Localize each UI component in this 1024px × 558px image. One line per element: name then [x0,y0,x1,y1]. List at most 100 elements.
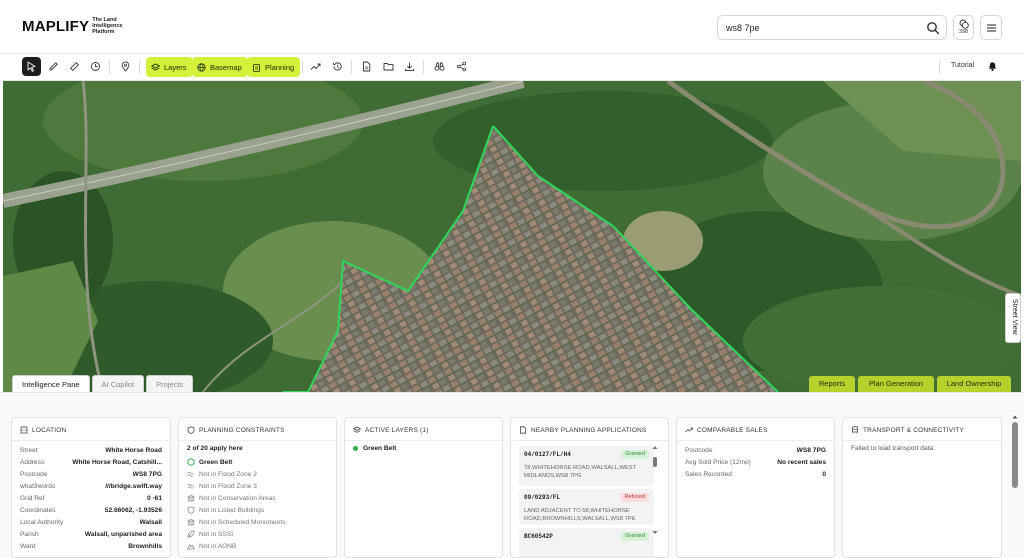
cursor-icon [27,61,36,72]
page-scrollbar[interactable] [1011,413,1019,558]
application-ref: 04/0127/FL/H4 [524,451,571,458]
draw-tool[interactable] [44,57,63,76]
application-item[interactable]: BC60542P Granted [519,528,654,557]
folder-icon [383,63,394,71]
constraint-scheduled-monuments[interactable]: Not in Scheduled Monuments [187,518,286,526]
planning-button[interactable]: Planning [247,57,301,77]
brand-name: MAPLIFY [22,17,90,35]
tab-projects[interactable]: Projects [146,375,194,392]
constraint-sssi[interactable]: Not in SSSI [187,530,233,538]
basemap-button[interactable]: Basemap [192,57,248,77]
landmark-icon [187,518,195,526]
main-menu-button[interactable] [980,15,1002,40]
status-badge: Granted [621,532,649,541]
map-toolbar: Layers Basemap Planning Tutorial [0,54,1024,81]
applications-title: NEARBY PLANNING APPLICATIONS [519,426,647,434]
file-icon [363,61,371,72]
satellite-map[interactable] [3,81,1021,392]
binoculars-tool[interactable] [430,57,449,76]
sales-row: Sales Recorded 0 [685,471,826,478]
history-tool[interactable] [328,57,347,76]
toolbar-divider [302,60,303,74]
status-badge: Refused [620,493,649,502]
layers-icon [353,426,361,433]
wave-icon [187,472,194,477]
download-tool[interactable] [400,57,419,76]
pane-tabs: Intelligence Pane AI Copilot Projects [12,375,194,392]
constraint-flood-zone-2[interactable]: Not in Flood Zone 2 [187,470,257,478]
transport-card: TRANSPORT & CONNECTIVITY Failed to load … [842,417,1002,558]
application-item[interactable]: 04/0127/FL/H4 Granted 78,WHITEHORSE ROAD… [519,446,654,486]
constraint-conservation-areas[interactable]: Not in Conservation Areas [187,494,276,502]
applications-scrollbar[interactable] [652,445,658,535]
tab-intelligence-pane[interactable]: Intelligence Pane [12,375,90,392]
train-icon [852,426,858,434]
constraints-title: PLANNING CONSTRAINTS [187,426,285,434]
toolbar-divider [139,60,140,74]
layers-icon [151,63,160,70]
location-row: Grid Ref 0 -61 [20,495,162,502]
search-box[interactable] [717,15,947,40]
land-ownership-tab[interactable]: Land Ownership [937,376,1011,392]
transport-title: TRANSPORT & CONNECTIVITY [851,426,964,434]
mountain-icon [187,543,195,550]
share-icon [456,61,467,72]
trend-up-icon [310,63,321,70]
trend-tool[interactable] [306,57,325,76]
application-item[interactable]: 09/0293/FL Refused LAND ADJACENT TO 58,W… [519,489,654,525]
pin-tool[interactable] [116,57,135,76]
scrollbar-thumb[interactable] [1012,422,1018,488]
location-row: what3words///bridge.swift.way [20,483,162,490]
open-folder-tool[interactable] [379,57,398,76]
planning-constraints-card: PLANNING CONSTRAINTS 2 of 20 apply here … [178,417,337,558]
street-view-toggle[interactable]: Street View [1005,293,1021,343]
location-row: Postcode WS8 7PG [20,471,162,478]
location-row: Street White Horse Road [20,447,162,454]
status-badge: Granted [621,450,649,459]
tab-ai-copilot[interactable]: AI Copilot [91,375,145,392]
leaf-icon [187,530,195,538]
search-input[interactable] [726,20,916,36]
timeline-tool[interactable] [86,57,105,76]
select-tool[interactable] [22,57,41,76]
sales-row: Avg Sold Price (12mo) No recent sales [685,459,826,466]
clock-icon [91,62,100,71]
bell-icon[interactable] [987,60,998,72]
layers-button[interactable]: Layers [146,57,193,77]
search-icon[interactable] [926,21,940,35]
reports-tab[interactable]: Reports [809,376,855,392]
measure-tool[interactable] [65,57,84,76]
location-row: Parish Walsall, unparished area [20,531,162,538]
app-header: MAPLIFY The Land Intelligence Platform 3… [0,0,1024,54]
tutorial-link[interactable]: Tutorial [951,62,974,69]
planning-applications-card: NEARBY PLANNING APPLICATIONS 04/0127/FL/… [510,417,669,558]
application-ref: BC60542P [524,533,553,540]
application-address: LAND ADJACENT TO 58,WHITEHORSE ROAD,BROW… [524,508,636,522]
card-divider [12,440,170,441]
location-row: Address White Horse Road, Catshill... [20,459,162,466]
plan-generation-tab[interactable]: Plan Generation [858,376,934,392]
constraint-flood-zone-3[interactable]: Not in Flood Zone 3 [187,482,257,490]
layer-item-green-belt[interactable]: Green Belt [353,445,396,452]
application-address: 78,WHITEHORSE ROAD,WALSALL,WEST MIDLANDS… [524,465,637,479]
shield-icon [187,506,195,514]
new-file-tool[interactable] [357,57,376,76]
scroll-up-icon[interactable] [1011,413,1019,421]
constraint-green-belt[interactable]: Green Belt [187,458,232,466]
planning-label: Planning [265,62,295,72]
active-layers-card: ACTIVE LAYERS (1) Green Belt [344,417,503,558]
toolbar-divider [939,60,940,74]
constraint-aonb[interactable]: Not in AONB [187,542,236,550]
constraint-listed-buildings[interactable]: Not in Listed Buildings [187,506,264,514]
location-title: LOCATION [20,426,66,434]
toolbar-divider [423,60,424,74]
credits-count: 398 [958,29,969,35]
pencil-icon [49,62,58,71]
ruler-icon [69,61,80,72]
history-icon [333,62,342,71]
brand-logo[interactable]: MAPLIFY The Land Intelligence Platform [22,17,126,35]
share-tool[interactable] [452,57,471,76]
credits-button[interactable]: 398 [953,15,974,40]
layers-label: Layers [164,62,187,72]
location-card: LOCATION Street White Horse Road Address W… [11,417,171,558]
